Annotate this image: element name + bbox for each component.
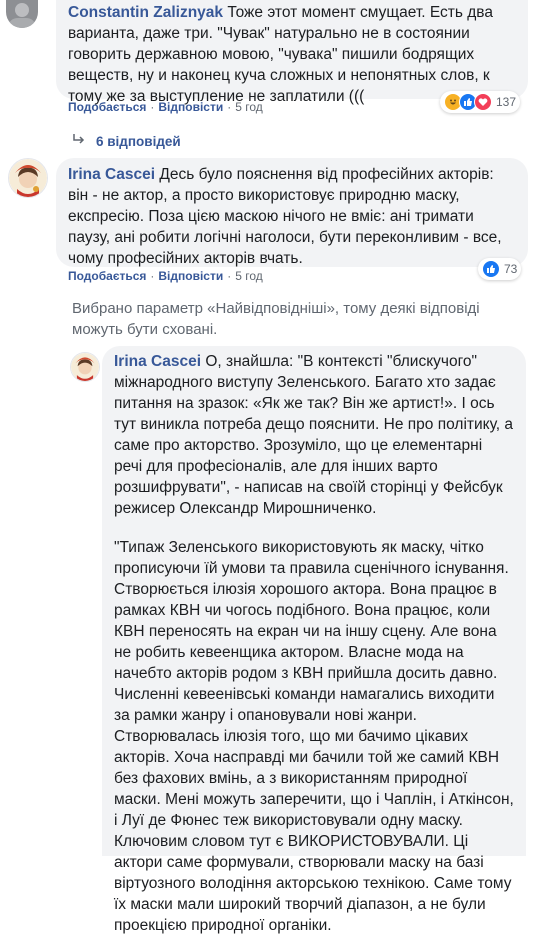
comment-actions: Подобається · Відповісти · 5 год bbox=[68, 269, 263, 283]
reactions-summary[interactable]: 73 bbox=[478, 258, 522, 280]
avatar[interactable] bbox=[6, 0, 38, 28]
avatar[interactable] bbox=[8, 158, 48, 198]
reply-button[interactable]: Відповісти bbox=[158, 269, 223, 283]
like-icon bbox=[482, 260, 500, 278]
replies-count[interactable]: 6 відповідей bbox=[96, 134, 181, 149]
separator: · bbox=[150, 100, 155, 114]
reaction-count: 137 bbox=[496, 95, 517, 109]
filter-notice: Вибрано параметр «Найвідповідніші», тому… bbox=[72, 300, 480, 338]
reply-bubble: Irina Cascei О, знайшла: "В контексті "б… bbox=[102, 346, 526, 934]
reply-button[interactable]: Відповісти bbox=[158, 100, 223, 114]
comment-time[interactable]: 5 год bbox=[235, 269, 263, 283]
comment-author[interactable]: Constantin Zaliznyak bbox=[68, 4, 223, 21]
comment-bubble: Constantin Zaliznyak Тоже этот момент см… bbox=[56, 0, 528, 105]
reply-arrow-icon bbox=[72, 134, 86, 149]
comment-author[interactable]: Irina Cascei bbox=[68, 166, 155, 183]
comment-actions: Подобається · Відповісти · 5 год bbox=[68, 100, 263, 114]
love-icon bbox=[474, 93, 492, 111]
reply-body: О, знайшла: "В контексті "блискучого" мі… bbox=[114, 353, 514, 517]
comment-time[interactable]: 5 год bbox=[235, 100, 263, 114]
reply-paragraph-2: "Типаж Зеленського використовують як мас… bbox=[114, 539, 514, 934]
comment-bubble: Irina Cascei Десь було пояснення від про… bbox=[56, 158, 528, 267]
like-button[interactable]: Подобається bbox=[68, 269, 146, 283]
reaction-count: 73 bbox=[504, 262, 518, 276]
separator: · bbox=[227, 100, 232, 114]
view-replies-button[interactable]: 6 відповідей bbox=[72, 134, 181, 149]
avatar[interactable] bbox=[70, 352, 100, 382]
comment-author[interactable]: Irina Cascei bbox=[114, 353, 201, 370]
separator: · bbox=[150, 269, 155, 283]
reply-paragraph: Irina Cascei О, знайшла: "В контексті "б… bbox=[114, 351, 514, 519]
separator: · bbox=[227, 269, 232, 283]
reactions-summary[interactable]: 137 bbox=[440, 91, 521, 113]
comment-text: Irina Cascei Десь було пояснення від про… bbox=[68, 164, 516, 269]
like-button[interactable]: Подобається bbox=[68, 100, 146, 114]
